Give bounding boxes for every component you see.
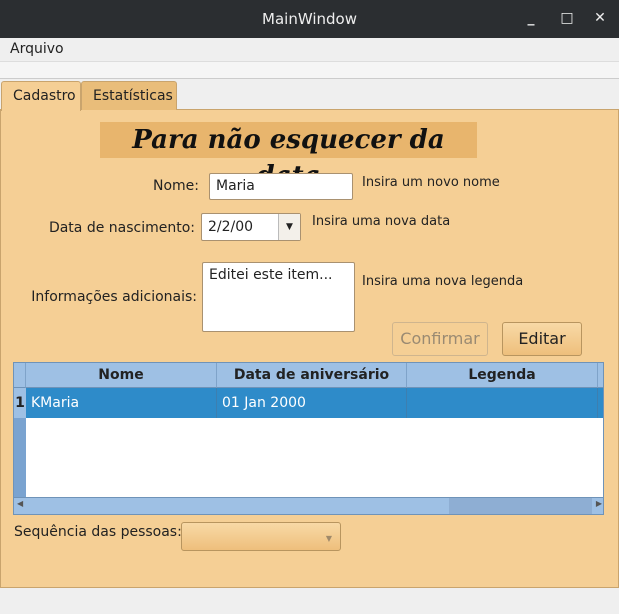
corner-header: [14, 363, 26, 388]
table-cell-legenda[interactable]: [407, 388, 598, 418]
table-cell-extra[interactable]: [598, 388, 603, 418]
window-title: MainWindow: [262, 10, 357, 28]
status-bar: [0, 588, 619, 614]
date-hint: Insira uma nova data: [312, 214, 451, 229]
table-cell-data[interactable]: 01 Jan 2000: [217, 388, 407, 418]
tab-cadastro[interactable]: Cadastro: [1, 81, 81, 111]
horizontal-scrollbar[interactable]: ◀ ▶: [14, 497, 603, 514]
chevron-down-icon[interactable]: ▼: [278, 214, 300, 240]
menu-arquivo[interactable]: Arquivo: [10, 41, 64, 57]
close-button[interactable]: ✕: [590, 0, 610, 38]
date-label: Data de nascimento:: [48, 220, 195, 236]
toolbar: [0, 62, 619, 79]
edit-button[interactable]: Editar: [502, 322, 582, 356]
name-label: Nome:: [152, 178, 199, 194]
column-header-data[interactable]: Data de aniversário: [217, 363, 407, 388]
table-cell-nome[interactable]: KMaria: [26, 388, 217, 418]
tab-estatisticas[interactable]: Estatísticas: [81, 81, 177, 110]
scrollbar-thumb[interactable]: [449, 498, 592, 514]
menu-bar: Arquivo: [0, 38, 619, 62]
scroll-right-icon[interactable]: ▶: [596, 499, 602, 508]
info-label: Informações adicionais:: [31, 289, 197, 305]
column-header-nome[interactable]: Nome: [26, 363, 217, 388]
scroll-left-icon[interactable]: ◀: [17, 499, 23, 508]
page-title: Para não esquecer da data: [100, 122, 477, 191]
info-hint: Insira uma nova legenda: [362, 274, 524, 289]
people-table[interactable]: Nome Data de aniversário Legenda 1 KMari…: [13, 362, 604, 515]
confirm-button[interactable]: Confirmar: [392, 322, 488, 356]
sequence-combobox[interactable]: ▼: [181, 522, 341, 551]
info-textarea[interactable]: Editei este item...: [202, 262, 355, 332]
name-input[interactable]: Maria: [209, 173, 353, 200]
sequence-label: Sequência das pessoas:: [14, 524, 182, 540]
maximize-button[interactable]: □: [557, 0, 577, 38]
column-header-legenda[interactable]: Legenda: [407, 363, 598, 388]
column-header-extra: [598, 363, 603, 388]
name-hint: Insira um novo nome: [362, 175, 500, 190]
date-input[interactable]: 2/2/00 ▼: [201, 213, 301, 241]
chevron-down-icon: ▼: [325, 534, 332, 543]
date-value: 2/2/00: [208, 219, 254, 235]
row-header[interactable]: 1: [14, 388, 26, 418]
minimize-button[interactable]: _: [521, 0, 541, 38]
